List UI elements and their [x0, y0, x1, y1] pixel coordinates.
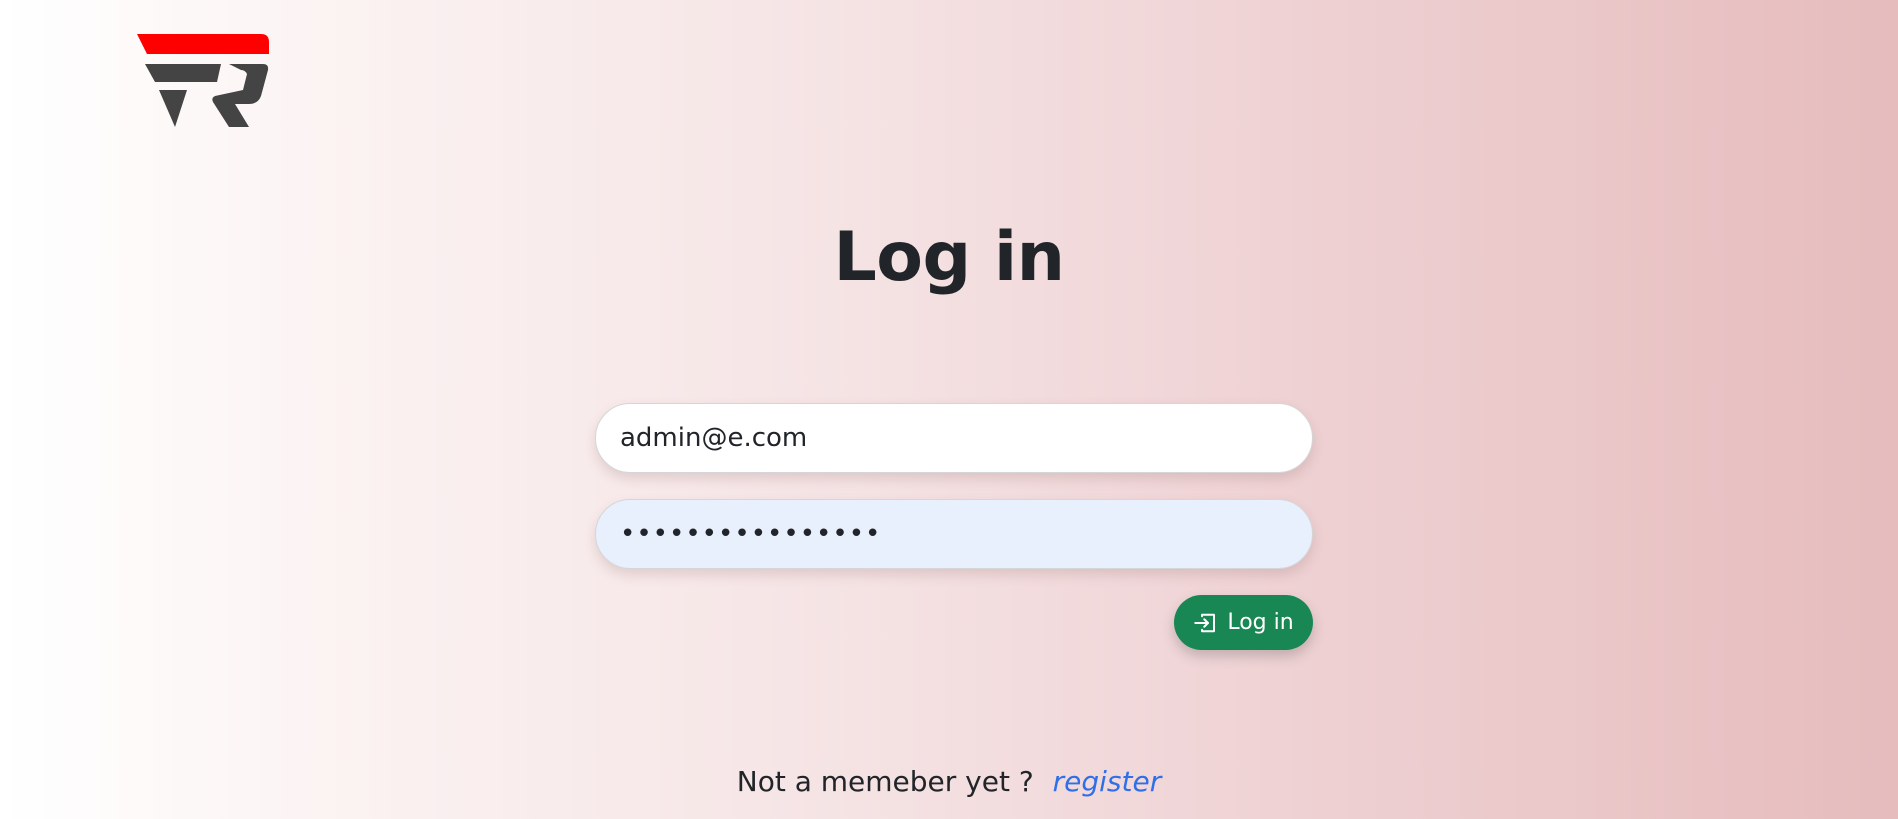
register-prompt-text: Not a memeber yet ? [736, 765, 1034, 798]
login-button[interactable]: Log in [1174, 595, 1313, 650]
brand-logo[interactable] [137, 34, 269, 129]
register-link[interactable]: register [1053, 765, 1162, 798]
page-title: Log in [833, 218, 1065, 297]
register-prompt: Not a memeber yet ? register [0, 762, 1898, 802]
login-button-label: Log in [1227, 610, 1294, 635]
email-input[interactable] [595, 403, 1313, 473]
fr-logo-icon [137, 34, 269, 127]
password-input[interactable] [595, 499, 1313, 569]
box-arrow-in-right-icon [1194, 613, 1216, 632]
